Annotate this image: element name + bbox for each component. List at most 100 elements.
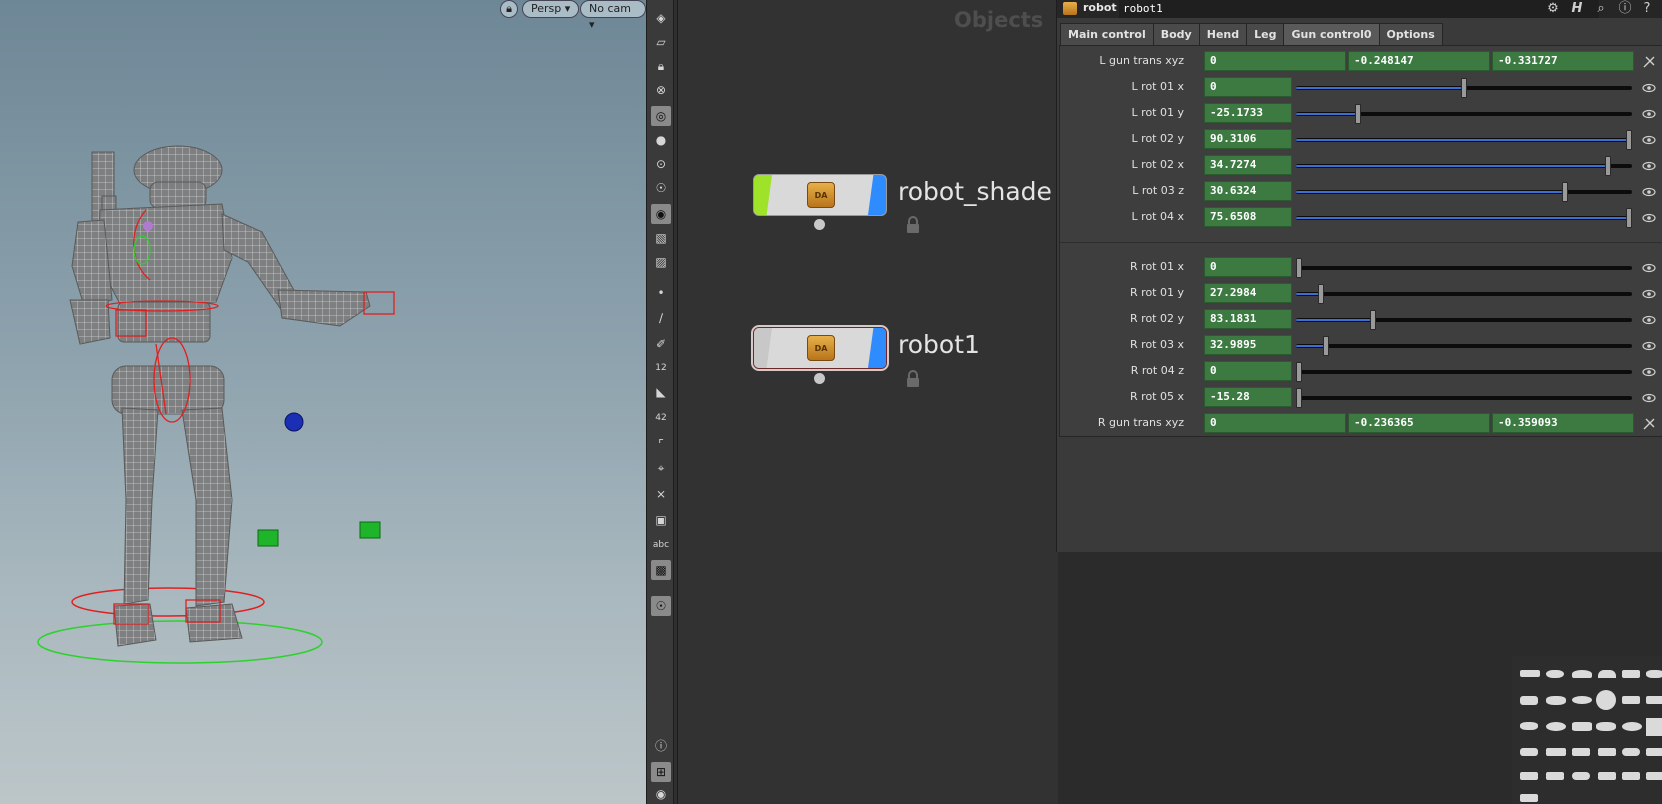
brush-icon[interactable]: ∕ [651,308,671,328]
parameter-value-field[interactable]: 30.6324 [1204,181,1292,201]
vector-component-field[interactable]: -0.359093 [1492,413,1634,433]
node-shape-swatch[interactable] [1546,670,1564,678]
parameter-value-field[interactable]: -25.1733 [1204,103,1292,123]
render-icon[interactable]: ▨ [651,252,671,272]
image-icon[interactable]: ▩ [651,560,671,580]
display-flag[interactable] [754,175,772,215]
tab-options[interactable]: Options [1378,23,1443,45]
display-flag[interactable] [754,328,772,368]
slider-handle[interactable] [1370,310,1376,330]
slider-handle[interactable] [1605,156,1611,176]
parameter-slider[interactable] [1296,362,1632,382]
axis-icon[interactable]: ⨯ [651,484,671,504]
slider-handle[interactable] [1562,182,1568,202]
slider-handle[interactable] [1318,284,1324,304]
parameter-slider[interactable] [1296,78,1632,98]
parameter-slider[interactable] [1296,284,1632,304]
camera-select-menu[interactable]: No cam ▾ [580,0,646,31]
eye-icon[interactable] [1642,260,1656,274]
channel-menu-icon[interactable] [1642,416,1656,430]
light-gizmo-icon[interactable]: ☉ [651,178,671,198]
node-shape-swatch[interactable] [1598,772,1616,780]
viewport-lock-icon[interactable]: 🔒︎ [500,0,518,18]
view-icon[interactable]: ◈ [651,8,671,28]
parameter-slider[interactable] [1296,104,1632,124]
node-output-connector[interactable] [814,373,825,384]
eye-icon[interactable]: ◉ [651,784,671,804]
node-shape-swatch[interactable] [1646,748,1662,756]
tab-body[interactable]: Body [1152,23,1200,45]
node-shape-swatch[interactable] [1646,670,1662,678]
eye-icon[interactable] [1642,286,1656,300]
parameter-slider[interactable] [1296,388,1632,408]
node-shape-swatch[interactable] [1572,670,1592,678]
eye-icon[interactable] [1642,210,1656,224]
eye-icon[interactable] [1642,158,1656,172]
slider-handle[interactable] [1461,78,1467,98]
lock-icon[interactable] [904,216,922,234]
vector-component-field[interactable]: -0.248147 [1348,51,1490,71]
vector-component-field[interactable]: 0 [1204,51,1346,71]
node-shape-swatch[interactable] [1572,772,1590,780]
camera-view-menu[interactable]: Persp ▾ [522,0,580,18]
layout-icon[interactable]: ⊞ [651,762,671,782]
node-shape-swatch[interactable] [1598,670,1616,678]
vector-component-field[interactable]: -0.331727 [1492,51,1634,71]
node-shape-swatch[interactable] [1646,772,1662,780]
eye-icon[interactable] [1642,338,1656,352]
node-shape-swatch[interactable] [1622,670,1640,678]
parameter-slider[interactable] [1296,208,1632,228]
parameter-value-field[interactable]: 0 [1204,77,1292,97]
parameter-value-field[interactable]: 90.3106 [1204,129,1292,149]
parameter-value-field[interactable]: -15.28 [1204,387,1292,407]
node-robot-shade[interactable]: DA [753,174,887,216]
node-shape-swatch[interactable] [1520,772,1538,780]
eye-icon[interactable] [1642,80,1656,94]
help-icon[interactable]: ? [1639,1,1655,17]
eye-icon[interactable] [1642,106,1656,120]
node-shape-swatch[interactable] [1598,748,1616,756]
node-shape-swatch[interactable] [1520,670,1540,677]
parameter-value-field[interactable]: 83.1831 [1204,309,1292,329]
node-shape-swatch[interactable] [1520,748,1538,756]
tab-main-control[interactable]: Main control [1060,23,1154,45]
eye-icon[interactable] [1642,312,1656,326]
parameter-slider[interactable] [1296,156,1632,176]
pen-icon[interactable]: ✐ [651,334,671,354]
slider-handle[interactable] [1323,336,1329,356]
node-shape-swatch[interactable] [1546,748,1566,756]
corner-icon[interactable]: ⌜ [651,434,671,454]
vector-component-field[interactable]: 0 [1204,413,1346,433]
bucket-icon[interactable]: ◣ [651,382,671,402]
select-icon[interactable]: ▱ [651,32,671,52]
parameter-slider[interactable] [1296,310,1632,330]
parameter-value-field[interactable]: 75.6508 [1204,207,1292,227]
node-shape-swatch[interactable] [1520,722,1538,730]
tab-gun-control0[interactable]: Gun control0 [1283,23,1380,45]
node-name-field[interactable]: robot1 [1119,0,1599,18]
parameter-slider[interactable] [1296,130,1632,150]
channel-menu-icon[interactable] [1642,54,1656,68]
slider-handle[interactable] [1296,388,1302,408]
slider-handle[interactable] [1626,130,1632,150]
parameter-value-field[interactable]: 0 [1204,361,1292,381]
node-shape-swatch[interactable] [1546,696,1566,705]
search-icon[interactable]: ⌕ [1593,1,1609,17]
parameter-value-field[interactable]: 34.7274 [1204,155,1292,175]
pin-icon[interactable]: ☉ [651,596,671,616]
eye-icon[interactable] [1642,132,1656,146]
slider-handle[interactable] [1626,208,1632,228]
node-output-connector[interactable] [814,219,825,230]
network-editor[interactable] [678,0,1058,804]
node-shape-swatch[interactable] [1546,722,1566,731]
eye-icon[interactable] [1642,184,1656,198]
node-robot1[interactable]: DA [753,327,887,369]
eye-icon[interactable] [1642,390,1656,404]
node-shape-swatch[interactable] [1546,772,1564,780]
node-shape-swatch[interactable] [1572,748,1590,756]
houdini-help-icon[interactable]: H [1569,1,1585,17]
snap-icon[interactable]: ⊗ [651,80,671,100]
number-icon[interactable]: 12 [651,358,671,378]
render-flag[interactable] [868,328,886,368]
eye-icon[interactable] [1642,364,1656,378]
